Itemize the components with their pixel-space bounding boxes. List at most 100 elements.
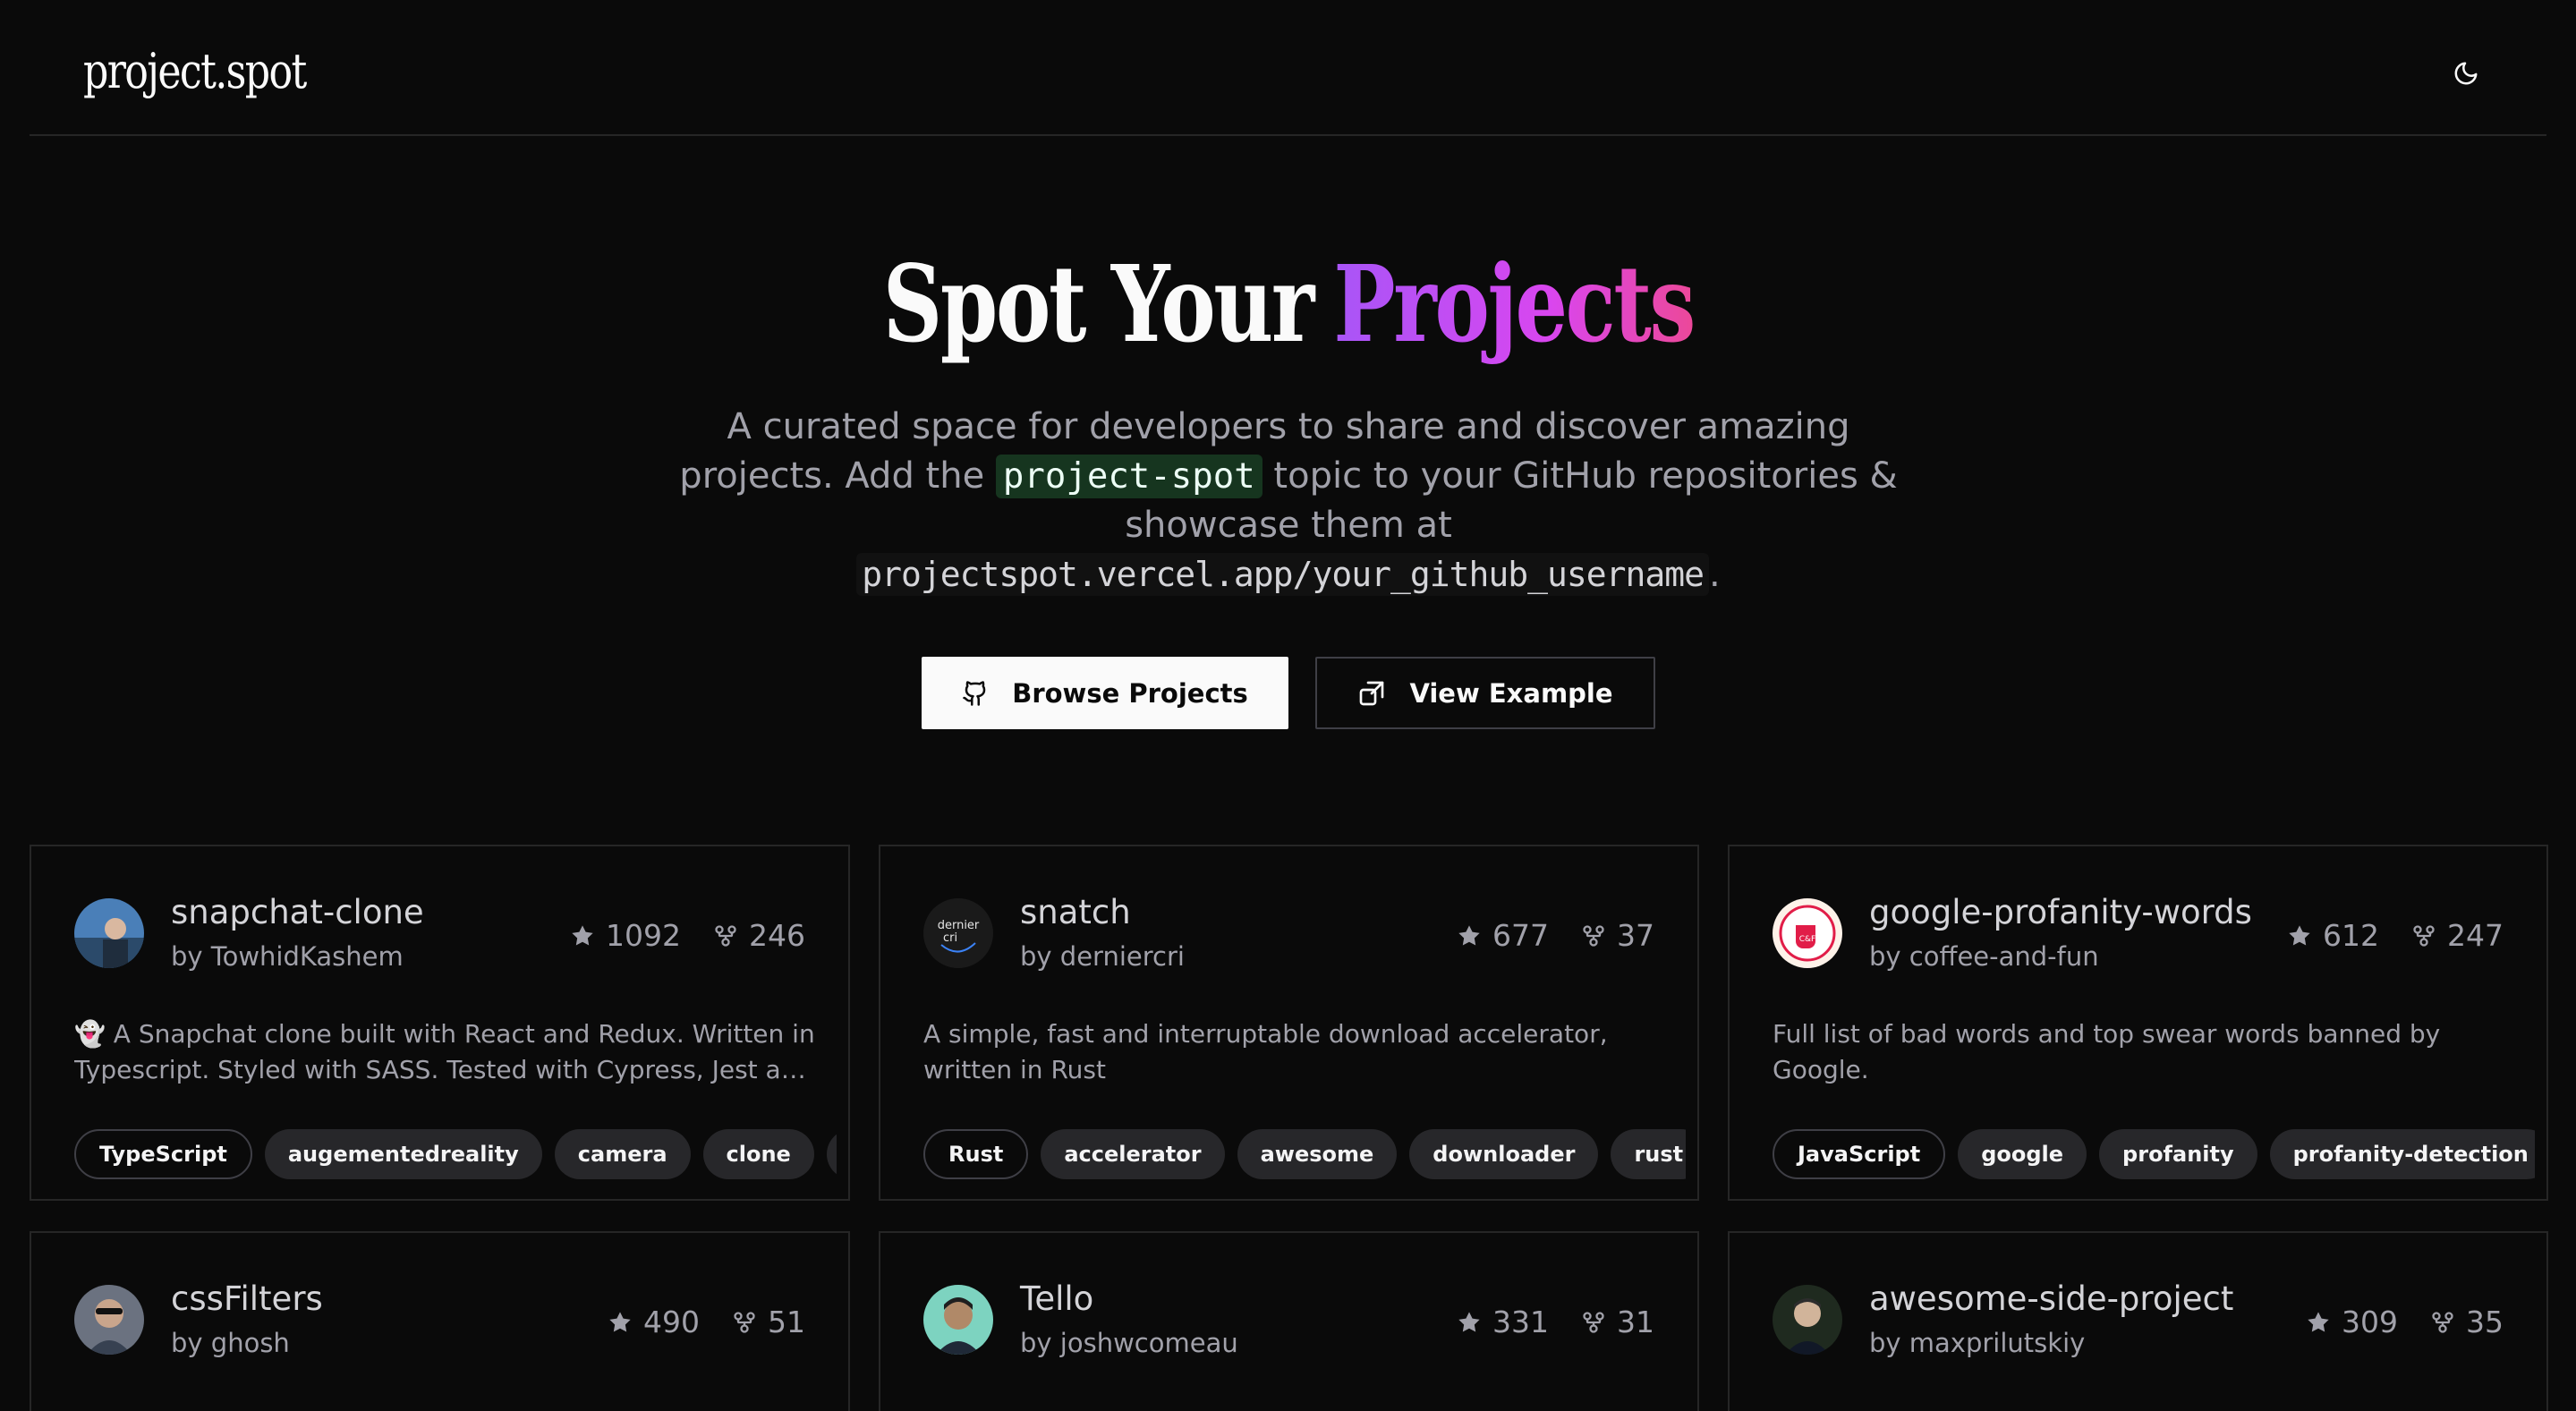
project-card[interactable]: dernier cri snatch by derniercri 677 37 … (879, 845, 1699, 1201)
fork-icon (2432, 1311, 2453, 1333)
repo-description: A simple, fast and interruptable downloa… (923, 1019, 1608, 1084)
star-count: 677 (1492, 918, 1549, 953)
site-header: project.spot (30, 0, 2546, 136)
repo-name[interactable]: snapchat-clone (171, 893, 424, 931)
external-link-icon (1360, 681, 1384, 705)
repo-stats: 1092 246 (570, 918, 805, 953)
repo-stats: 309 35 (2306, 1305, 2504, 1339)
star-icon (2289, 924, 2310, 946)
repo-stats: 677 37 (1457, 918, 1654, 953)
repo-owner: by ghosh (171, 1328, 290, 1358)
star-icon (1458, 924, 1480, 946)
tag[interactable]: rust (1611, 1129, 1686, 1179)
tag[interactable]: cypress (826, 1129, 837, 1179)
hero-desc-text: topic to your GitHub repositories & (1273, 455, 1898, 497)
repo-owner: by TowhidKashem (171, 941, 404, 972)
url-code: projectspot.vercel.app/your_github_usern… (856, 553, 1710, 596)
project-card[interactable]: awesome-side-project by maxprilutskiy 30… (1728, 1231, 2548, 1411)
project-card[interactable]: cssFilters by ghosh 490 51 (30, 1231, 850, 1411)
star-icon (609, 1311, 631, 1332)
repo-owner: by derniercri (1020, 941, 1185, 972)
hero-title-highlight: Projects (1333, 242, 1696, 366)
view-example-label: View Example (1409, 677, 1613, 709)
tag[interactable]: awesome (1237, 1129, 1398, 1179)
hero-desc-text: projects. Add the (679, 455, 985, 497)
star-count: 612 (2323, 918, 2379, 953)
hero-desc-line4: projectspot.vercel.app/your_github_usern… (662, 550, 1915, 599)
avatar: dernier cri (923, 898, 993, 968)
tag[interactable]: clone (702, 1129, 814, 1179)
fork-count: 37 (1617, 918, 1654, 953)
star-icon (572, 924, 593, 946)
repo-description: Full list of bad words and top swear wor… (1773, 1019, 2441, 1084)
hero-desc-period: . (1709, 554, 1721, 595)
svg-text:C&F: C&F (1799, 935, 1815, 944)
tag-language[interactable]: Rust (923, 1129, 1029, 1179)
tag[interactable]: accelerator (1041, 1129, 1225, 1179)
moon-icon (2454, 62, 2478, 85)
repo-owner: by maxprilutskiy (1869, 1328, 2086, 1358)
fork-count: 51 (768, 1305, 805, 1339)
fork-icon (2413, 924, 2435, 947)
repo-stats: 331 31 (1457, 1305, 1654, 1339)
github-icon (963, 680, 986, 706)
repo-name[interactable]: google-profanity-words (1869, 893, 2252, 931)
hero-desc-line2: projects. Add the project-spot topic to … (662, 452, 1915, 501)
tag[interactable]: augementedreality (264, 1129, 542, 1179)
project-card[interactable]: Tello by joshwcomeau 331 31 (879, 1231, 1699, 1411)
repo-owner: by joshwcomeau (1020, 1328, 1238, 1358)
repo-name[interactable]: Tello (1020, 1279, 1093, 1318)
avatar: C&F (1773, 898, 1842, 968)
avatar (923, 1285, 993, 1355)
repo-name[interactable]: awesome-side-project (1869, 1279, 2233, 1318)
browse-projects-button[interactable]: Browse Projects (922, 657, 1288, 729)
tag-list: JavaScript google profanity profanity-de… (1773, 1129, 2535, 1179)
avatar (1773, 1285, 1842, 1355)
tag-list: TypeScript augementedreality camera clon… (74, 1129, 837, 1179)
fork-icon (715, 924, 736, 947)
fork-icon (1583, 1311, 1604, 1333)
tag-language[interactable]: JavaScript (1773, 1129, 1946, 1179)
star-count: 309 (2342, 1305, 2398, 1339)
topic-code: project-spot (995, 455, 1262, 498)
star-icon (2308, 1311, 2329, 1332)
hero-desc-line3: showcase them at (1125, 505, 1452, 546)
tag[interactable]: profanity-detection (2269, 1129, 2535, 1179)
tag[interactable]: downloader (1409, 1129, 1599, 1179)
site-logo[interactable]: project.spot (83, 43, 307, 99)
star-count: 1092 (606, 918, 681, 953)
svg-text:dernier: dernier (938, 919, 980, 932)
project-card[interactable]: snapchat-clone by TowhidKashem 1092 246 … (30, 845, 850, 1201)
star-count: 331 (1492, 1305, 1549, 1339)
fork-icon (1583, 924, 1604, 947)
hero-description: A curated space for developers to share … (662, 403, 1915, 599)
avatar (74, 1285, 144, 1355)
repo-description: 👻 A Snapchat clone built with React and … (74, 1019, 815, 1084)
repo-name[interactable]: cssFilters (171, 1279, 323, 1318)
fork-count: 246 (749, 918, 805, 953)
view-example-button[interactable]: View Example (1315, 657, 1655, 729)
project-card[interactable]: C&F google-profanity-words by coffee-and… (1728, 845, 2548, 1201)
hero-title: Spot Your Projects (0, 242, 2576, 367)
fork-count: 35 (2466, 1305, 2504, 1339)
tag-language[interactable]: TypeScript (74, 1129, 252, 1179)
tag-list: Rust accelerator awesome downloader rust… (923, 1129, 1686, 1179)
tag[interactable]: camera (554, 1129, 691, 1179)
repo-stats: 490 51 (608, 1305, 805, 1339)
hero-desc-line1: A curated space for developers to share … (727, 406, 1850, 447)
star-count: 490 (643, 1305, 700, 1339)
fork-count: 247 (2447, 918, 2504, 953)
tag[interactable]: google (1958, 1129, 2087, 1179)
repo-name[interactable]: snatch (1020, 893, 1131, 931)
fork-icon (734, 1311, 755, 1333)
page: project.spot Spot Your Projects A curated… (0, 0, 2576, 1411)
fork-count: 31 (1617, 1305, 1654, 1339)
tag[interactable]: profanity (2099, 1129, 2257, 1179)
browse-projects-label: Browse Projects (1012, 677, 1248, 709)
svg-text:cri: cri (943, 931, 957, 945)
hero-title-part1: Spot Your (882, 242, 1314, 366)
avatar (74, 898, 144, 968)
repo-stats: 612 247 (2287, 918, 2504, 953)
star-icon (1458, 1311, 1480, 1332)
theme-toggle-button[interactable] (2448, 55, 2484, 91)
